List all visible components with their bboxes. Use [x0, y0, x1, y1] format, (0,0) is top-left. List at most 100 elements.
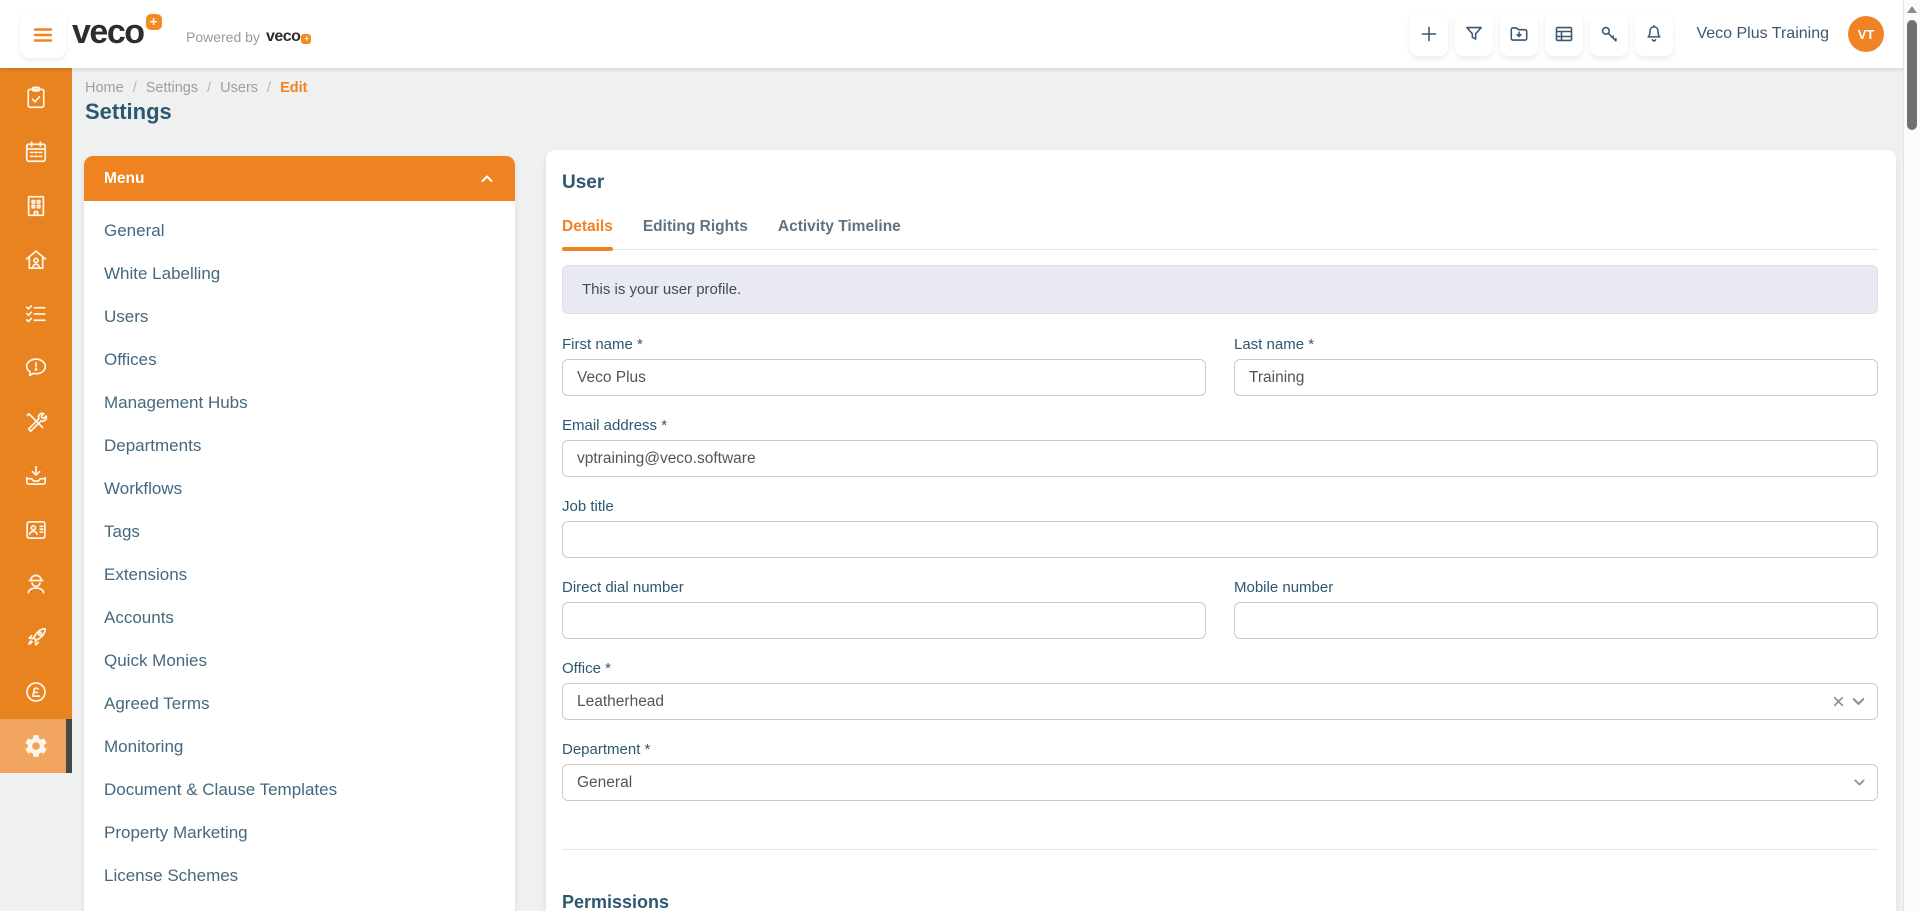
menu-item-property-marketing[interactable]: Property Marketing	[84, 811, 515, 854]
rocket-icon	[23, 625, 49, 651]
email-input[interactable]	[562, 440, 1878, 477]
scrollbar-up-arrow[interactable]	[1907, 6, 1917, 13]
menu-item-monitoring[interactable]: Monitoring	[84, 725, 515, 768]
menu-collapse-header[interactable]: Menu	[84, 156, 515, 201]
office-select-value: Leatherhead	[577, 692, 665, 710]
sidebar-item-contacts[interactable]	[0, 503, 72, 557]
top-actions: Veco Plus Training VT	[1410, 0, 1884, 68]
menu-item-quick-monies[interactable]: Quick Monies	[84, 639, 515, 682]
menu-item-license-schemes[interactable]: License Schemes	[84, 854, 515, 897]
phone-row: Direct dial number Mobile number	[562, 579, 1878, 639]
breadcrumb-home[interactable]: Home	[85, 80, 124, 96]
mobile-group: Mobile number	[1234, 579, 1878, 639]
menu-item-white-labelling[interactable]: White Labelling	[84, 252, 515, 295]
mobile-input[interactable]	[1234, 602, 1878, 639]
menu-item-workflows[interactable]: Workflows	[84, 467, 515, 510]
building-icon	[23, 193, 49, 219]
table-icon	[1553, 23, 1575, 45]
add-button[interactable]	[1410, 12, 1449, 56]
sidebar-item-comments[interactable]	[0, 341, 72, 395]
logo-plus-icon: +	[145, 14, 162, 30]
direct-dial-group: Direct dial number	[562, 579, 1206, 639]
hamburger-menu-button[interactable]	[20, 12, 66, 58]
menu-item-extensions[interactable]: Extensions	[84, 553, 515, 596]
logo-text: veco	[72, 13, 145, 51]
department-chevron-down-icon	[1851, 774, 1868, 791]
office-chevron-down-icon	[1849, 692, 1868, 711]
name-row: First name * Last name *	[562, 336, 1878, 396]
avatar[interactable]: VT	[1848, 16, 1884, 52]
menu-list: General White Labelling Users Offices Ma…	[84, 201, 515, 897]
folder-download-icon	[1508, 23, 1530, 45]
download-tray-icon	[23, 463, 49, 489]
job-title-label: Job title	[562, 498, 614, 515]
clipboard-check-icon	[23, 85, 49, 111]
sidebar-item-checklist[interactable]	[0, 287, 72, 341]
direct-dial-input[interactable]	[562, 602, 1206, 639]
top-bar: veco + Powered by veco + Veco Plus Traini…	[0, 0, 1920, 68]
powered-by-plus-icon: +	[301, 34, 312, 44]
first-name-group: First name *	[562, 336, 1206, 396]
powered-by: Powered by veco +	[186, 28, 312, 46]
department-label: Department *	[562, 741, 651, 758]
menu-item-management-hubs[interactable]: Management Hubs	[84, 381, 515, 424]
first-name-input[interactable]	[562, 359, 1206, 396]
pound-circle-icon	[23, 679, 49, 705]
tools-icon	[23, 409, 49, 435]
grid-view-button[interactable]	[1545, 12, 1584, 56]
job-title-input[interactable]	[562, 521, 1878, 558]
sidebar-item-contractors[interactable]	[0, 557, 72, 611]
mobile-label: Mobile number	[1234, 579, 1334, 596]
tab-activity-timeline[interactable]: Activity Timeline	[778, 218, 901, 249]
sidebar-item-maintenance[interactable]	[0, 395, 72, 449]
menu-item-offices[interactable]: Offices	[84, 338, 515, 381]
worker-hardhat-icon	[23, 571, 49, 597]
home-user-icon	[23, 247, 49, 273]
department-group: Department * General	[562, 741, 1878, 801]
filter-button[interactable]	[1455, 12, 1494, 56]
import-button[interactable]	[1500, 12, 1539, 56]
icon-sidebar	[0, 68, 72, 773]
breadcrumb-current: Edit	[280, 80, 308, 96]
sidebar-item-tasks[interactable]	[0, 71, 72, 125]
sidebar-item-calendar[interactable]	[0, 125, 72, 179]
sidebar-item-downloads[interactable]	[0, 449, 72, 503]
tab-editing-rights[interactable]: Editing Rights	[643, 218, 748, 249]
vertical-scrollbar-track[interactable]	[1903, 0, 1920, 911]
user-panel-title: User	[562, 172, 605, 193]
sidebar-item-accounts[interactable]	[0, 665, 72, 719]
menu-item-general[interactable]: General	[84, 209, 515, 252]
breadcrumb-users[interactable]: Users	[220, 80, 258, 96]
vertical-scrollbar-thumb[interactable]	[1907, 20, 1917, 130]
menu-item-users[interactable]: Users	[84, 295, 515, 338]
menu-item-accounts[interactable]: Accounts	[84, 596, 515, 639]
account-name[interactable]: Veco Plus Training	[1696, 25, 1829, 43]
tab-details[interactable]: Details	[562, 218, 613, 251]
menu-item-tags[interactable]: Tags	[84, 510, 515, 553]
job-title-group: Job title	[562, 498, 1878, 558]
last-name-input[interactable]	[1234, 359, 1878, 396]
menu-item-departments[interactable]: Departments	[84, 424, 515, 467]
profile-notice-text: This is your user profile.	[582, 281, 742, 298]
department-select[interactable]: General	[562, 764, 1878, 801]
sidebar-item-property[interactable]	[0, 233, 72, 287]
sidebar-item-launch[interactable]	[0, 611, 72, 665]
sidebar-item-settings[interactable]	[0, 719, 72, 773]
menu-item-agreed-terms[interactable]: Agreed Terms	[84, 682, 515, 725]
id-card-icon	[23, 517, 49, 543]
veco-logo: veco +	[72, 14, 162, 50]
office-clear-icon[interactable]	[1831, 694, 1846, 709]
password-button[interactable]	[1590, 12, 1629, 56]
sidebar-item-offices[interactable]	[0, 179, 72, 233]
office-select[interactable]: Leatherhead	[562, 683, 1878, 720]
key-icon	[1598, 23, 1620, 45]
breadcrumb-settings[interactable]: Settings	[146, 80, 198, 96]
menu-item-document-clause-templates[interactable]: Document & Clause Templates	[84, 768, 515, 811]
menu-title: Menu	[104, 169, 145, 187]
notifications-button[interactable]	[1635, 12, 1674, 56]
chevron-up-icon	[477, 169, 497, 189]
calendar-icon	[23, 139, 49, 165]
section-divider	[562, 849, 1878, 850]
direct-dial-label: Direct dial number	[562, 579, 684, 596]
powered-by-brand: veco +	[266, 28, 312, 45]
